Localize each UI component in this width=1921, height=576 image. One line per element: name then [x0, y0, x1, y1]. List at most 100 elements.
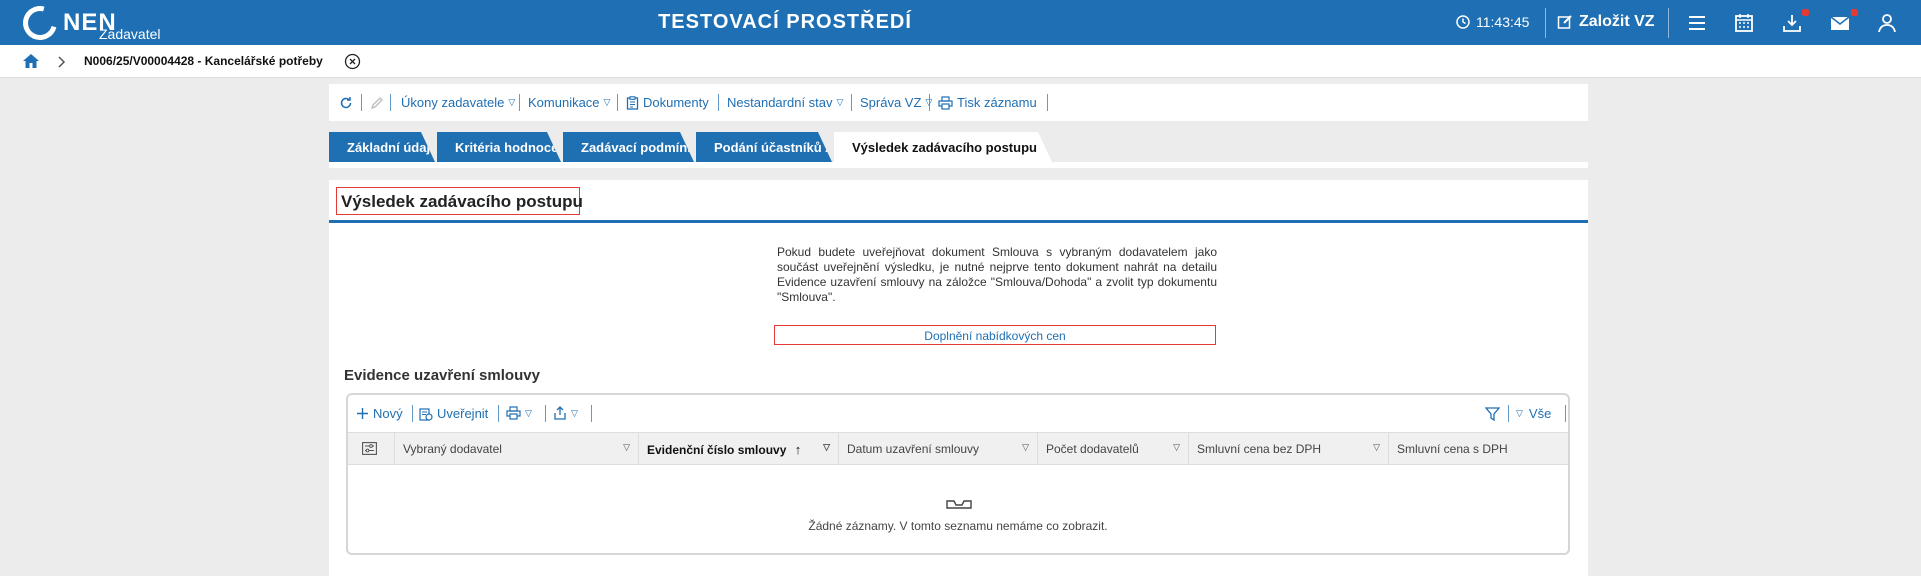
column-label: Evidenční číslo smlouvy: [647, 443, 787, 457]
export-icon: [554, 406, 566, 420]
dropdown-triangle-icon: ▽: [525, 407, 532, 418]
new-button[interactable]: Nový: [356, 406, 403, 421]
divider: [1508, 405, 1509, 422]
tab-bar: Základní údaje Kritéria hodnocení Zadáva…: [329, 132, 1588, 162]
column-header-evidencni-cislo[interactable]: Evidenční číslo smlouvy ↑ ▽: [639, 433, 839, 464]
tab-zakladni-udaje[interactable]: Základní údaje: [329, 132, 435, 162]
tab-zadavaci-podminky[interactable]: Zadávací podmínky: [563, 132, 694, 162]
refresh-icon[interactable]: [339, 96, 353, 110]
create-vz-label: Založit VZ: [1579, 13, 1655, 30]
tisk-zaznamu-button[interactable]: Tisk záznamu: [938, 95, 1037, 110]
contracts-grid: Nový Uveřejnit ▽ ▽ ▽ Vše Vybraný dodavat…: [346, 393, 1570, 555]
page-title: Výsledek zadávacího postupu: [336, 187, 583, 215]
printer-icon: [938, 95, 953, 110]
home-icon[interactable]: [22, 52, 40, 70]
tab-kriteria-hodnoceni[interactable]: Kritéria hodnocení: [437, 132, 561, 162]
breadcrumb: N006/25/V00004428 - Kancelářské potřeby: [0, 45, 1921, 78]
divider: [412, 405, 413, 422]
divider: [1668, 8, 1669, 38]
tab-podani-ucastniku[interactable]: Podání účastníků ZP: [696, 132, 832, 162]
column-label: Smluvní cena s DPH: [1397, 442, 1508, 456]
dropdown-triangle-icon: ▽: [1516, 408, 1523, 418]
download-icon[interactable]: [1781, 12, 1803, 34]
doplneni-nabidkovych-cen-link[interactable]: Doplnění nabídkových cen: [774, 325, 1216, 345]
dropdown-triangle-icon: ▽: [836, 97, 844, 107]
nestandardni-stav-menu[interactable]: Nestandardní stav ▽: [727, 95, 843, 110]
mail-icon[interactable]: [1829, 12, 1851, 34]
content-panel: Úkony zadavatele ▽ Komunikace ▽ Dokument…: [329, 84, 1588, 576]
menu-icon[interactable]: [1686, 12, 1708, 34]
calendar-icon[interactable]: [1733, 12, 1755, 34]
settings-sliders-icon: [362, 442, 377, 455]
user-icon[interactable]: [1876, 12, 1898, 34]
column-header-pocet-dodavatelu[interactable]: Počet dodavatelů ▽: [1038, 433, 1189, 464]
environment-title: TESTOVACÍ PROSTŘEDÍ: [658, 11, 912, 33]
tab-label: Zadávací podmínky: [581, 140, 702, 155]
breadcrumb-current[interactable]: N006/25/V00004428 - Kancelářské potřeby: [84, 54, 323, 68]
clipboard-icon: [626, 95, 639, 110]
empty-tray-icon: [946, 500, 972, 509]
top-bar: NEN Zadavatel TESTOVACÍ PROSTŘEDÍ 11:43:…: [0, 0, 1921, 47]
publish-button[interactable]: Uveřejnit: [419, 406, 488, 421]
nestandardni-label: Nestandardní stav: [727, 95, 833, 110]
komunikace-menu[interactable]: Komunikace ▽: [528, 95, 610, 110]
grid-header: Vybraný dodavatel ▽ Evidenční číslo smlo…: [348, 432, 1568, 465]
close-icon[interactable]: [344, 53, 361, 70]
grid-toolbar: Nový Uveřejnit ▽ ▽ ▽ Vše: [348, 395, 1568, 432]
tab-label: Podání účastníků ZP: [714, 140, 842, 155]
column-label: Počet dodavatelů: [1046, 442, 1139, 456]
ukony-label: Úkony zadavatele: [401, 95, 505, 110]
divider: [361, 94, 362, 111]
ukony-zadavatele-menu[interactable]: Úkony zadavatele ▽: [401, 95, 515, 110]
tab-label: Základní údaje: [347, 140, 438, 155]
column-header-datum-uzavreni[interactable]: Datum uzavření smlouvy ▽: [839, 433, 1038, 464]
filter-triangle-icon[interactable]: ▽: [1373, 442, 1380, 453]
filter-triangle-icon[interactable]: ▽: [1022, 442, 1029, 453]
filter-triangle-icon[interactable]: ▽: [1173, 442, 1180, 453]
column-settings-button[interactable]: [348, 433, 395, 464]
filter-icon[interactable]: [1485, 407, 1500, 421]
dropdown-triangle-icon: ▽: [508, 97, 516, 107]
plus-icon: [357, 408, 368, 419]
sort-ascending-icon: ↑: [794, 442, 802, 457]
column-header-vybrany-dodavatel[interactable]: Vybraný dodavatel ▽: [395, 433, 639, 464]
pencil-icon: [370, 97, 383, 110]
dokumenty-button[interactable]: Dokumenty: [626, 95, 709, 110]
tab-label: Kritéria hodnocení: [455, 140, 570, 155]
edit-icon: [1557, 15, 1572, 29]
filter-triangle-icon[interactable]: ▽: [823, 442, 830, 453]
session-clock: 11:43:45: [1456, 14, 1529, 30]
dropdown-triangle-icon: ▽: [603, 97, 611, 107]
divider: [1545, 8, 1546, 38]
chevron-right-icon: [58, 56, 66, 68]
divider: [617, 94, 618, 111]
filter-triangle-icon[interactable]: ▽: [623, 442, 630, 453]
sprava-label: Správa VZ: [860, 95, 922, 110]
publish-icon: [419, 407, 433, 421]
column-header-cena-s-dph[interactable]: Smluvní cena s DPH: [1389, 433, 1568, 464]
tab-vysledek-zadavaciho-postupu[interactable]: Výsledek zadávacího postupu: [834, 132, 1052, 162]
dokumenty-label: Dokumenty: [643, 95, 709, 110]
section-subtitle: Evidence uzavření smlouvy: [344, 367, 540, 384]
komunikace-label: Komunikace: [528, 95, 600, 110]
divider: [591, 405, 592, 422]
divider: [545, 405, 546, 422]
clock-icon: [1456, 15, 1470, 29]
column-label: Datum uzavření smlouvy: [847, 442, 980, 456]
divider: [519, 94, 520, 111]
divider: [1565, 405, 1566, 422]
view-all-label: Vše: [1528, 406, 1552, 421]
new-label: Nový: [373, 406, 403, 421]
column-header-cena-bez-dph[interactable]: Smluvní cena bez DPH ▽: [1189, 433, 1389, 464]
create-vz-button[interactable]: Založit VZ: [1557, 13, 1655, 31]
result-card: Výsledek zadávacího postupu Pokud budete…: [329, 180, 1588, 576]
view-all-menu[interactable]: ▽ Vše: [1516, 406, 1551, 421]
info-notice: Pokud budete uveřejňovat dokument Smlouv…: [777, 245, 1217, 304]
export-menu[interactable]: ▽: [553, 406, 578, 420]
print-menu[interactable]: ▽: [506, 406, 532, 420]
printer-icon: [506, 406, 521, 420]
action-toolbar: Úkony zadavatele ▽ Komunikace ▽ Dokument…: [329, 84, 1588, 121]
sprava-vz-menu[interactable]: Správa VZ ▽: [860, 95, 932, 110]
empty-state-text: Žádné záznamy. V tomto seznamu nemáme co…: [808, 519, 1108, 533]
clock-time: 11:43:45: [1476, 14, 1530, 30]
